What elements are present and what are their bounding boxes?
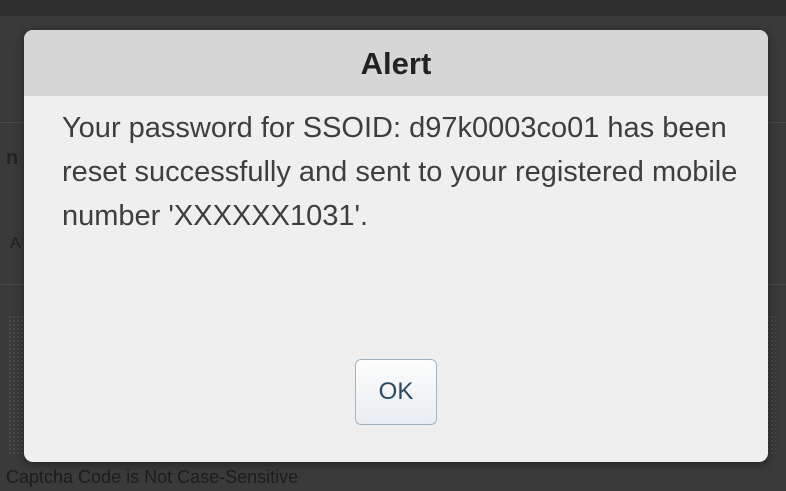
- dialog-message: Your password for SSOID: d97k0003co01 ha…: [62, 112, 738, 232]
- alert-dialog: Alert Your password for SSOID: d97k0003c…: [24, 30, 768, 462]
- ok-button[interactable]: OK: [355, 359, 437, 425]
- page-heading-fragment: n: [6, 147, 19, 169]
- captcha-image-fragment: [8, 315, 24, 455]
- captcha-hint: Captcha Code is Not Case-Sensitive: [6, 467, 299, 487]
- dialog-body: Your password for SSOID: d97k0003co01 ha…: [24, 96, 768, 238]
- dialog-header: Alert: [24, 30, 768, 96]
- page-topbar: [0, 0, 786, 16]
- dialog-title: Alert: [360, 45, 432, 81]
- page-label-fragment: A: [10, 235, 21, 252]
